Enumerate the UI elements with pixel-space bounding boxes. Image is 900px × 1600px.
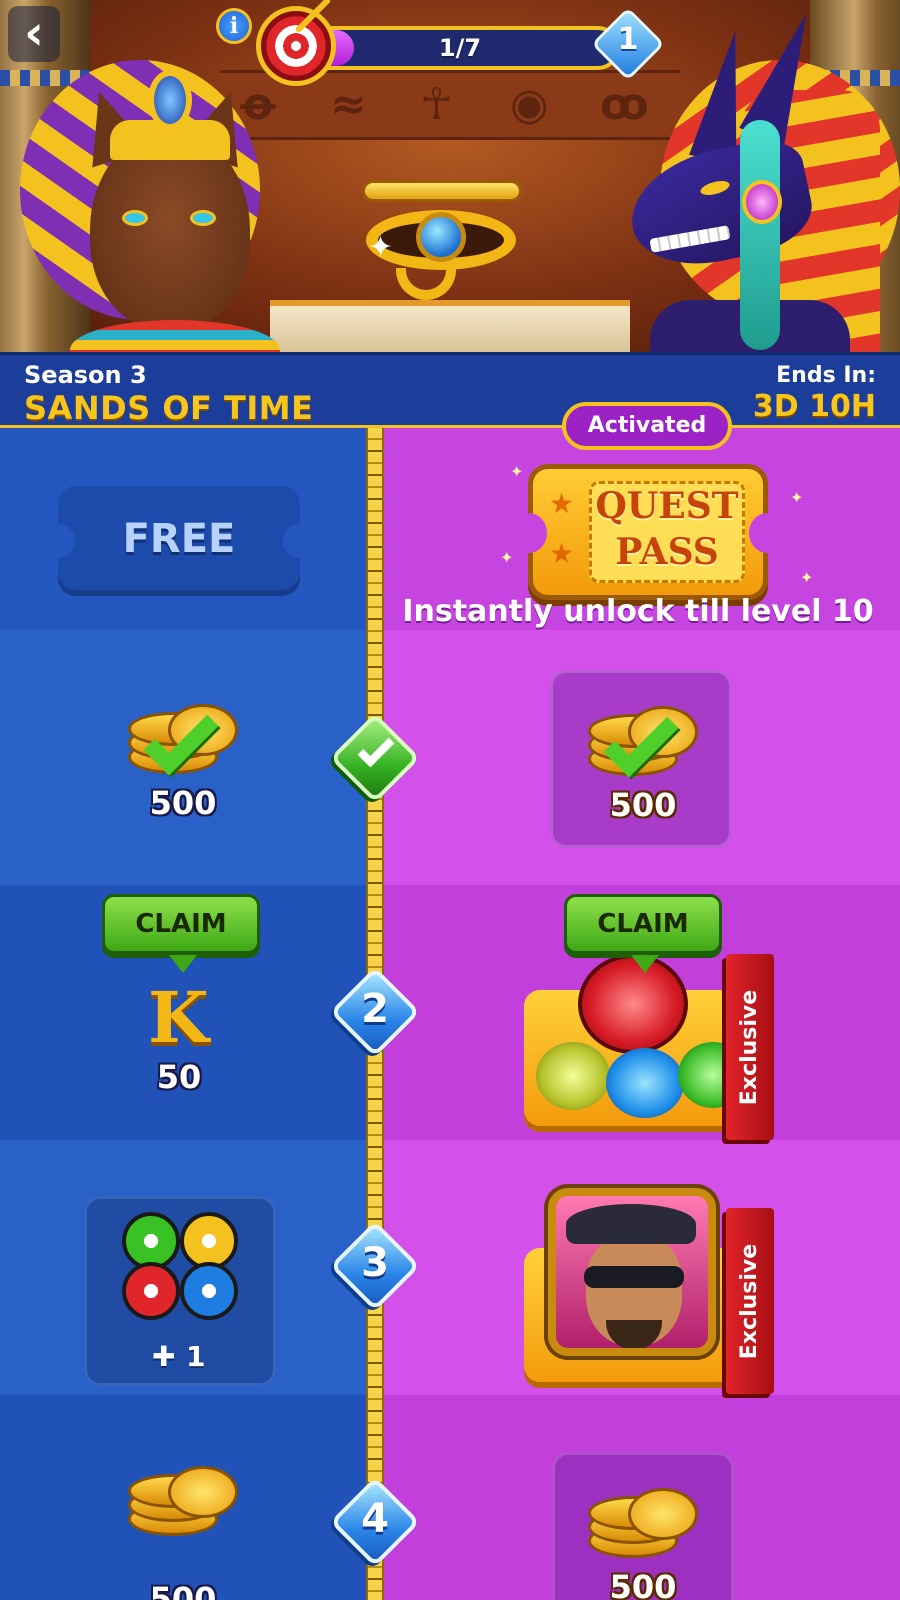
- ends-in-value: 3D 10H: [752, 389, 876, 424]
- quest-pass-caption: Instantly unlock till level 10: [402, 594, 874, 629]
- quest-pass-line2: PASS: [615, 531, 719, 573]
- sparkle-icon: ✦: [800, 568, 814, 587]
- blue-rose-icon: [606, 1048, 684, 1118]
- ends-in-label: Ends In:: [776, 363, 876, 388]
- level-number: 4: [361, 1496, 389, 1542]
- star-icon: ★: [549, 487, 575, 520]
- level-node-4: 4: [329, 1476, 421, 1568]
- quest-pass-line1: QUEST: [595, 485, 739, 527]
- star-icon: ★: [549, 537, 575, 570]
- puzzle-icon: ✚: [152, 1340, 176, 1373]
- reward-amount: 500: [149, 1580, 217, 1600]
- coins-icon: [588, 1484, 698, 1564]
- exclusive-ribbon: Exclusive: [726, 954, 774, 1140]
- reward-amount: 500: [609, 1568, 677, 1600]
- quest-progress-text: 1/7: [438, 34, 482, 62]
- exclusive-ribbon: Exclusive: [726, 1208, 774, 1394]
- sparkle-icon: ✦: [368, 230, 394, 265]
- pass-claim-button[interactable]: CLAIM: [564, 894, 722, 973]
- reward-amount: 500: [609, 786, 677, 824]
- quest-pass-ticket[interactable]: ★ ★ QUEST PASS: [511, 464, 785, 600]
- sparkle-icon: ✦: [500, 548, 514, 567]
- season-label: Season 3: [24, 361, 147, 389]
- hieroglyph-icon: ☥: [420, 79, 453, 130]
- season-name: SANDS OF TIME: [24, 389, 314, 427]
- coins-icon: [128, 1462, 238, 1542]
- level-node-2: 2: [329, 966, 421, 1058]
- sparkle-icon: ✦: [510, 462, 524, 481]
- exclusive-label: Exclusive: [737, 989, 763, 1105]
- blue-token-icon: [180, 1262, 238, 1320]
- hieroglyph-icon: ◉: [510, 79, 549, 130]
- gem-currency-icon: K: [148, 976, 209, 1059]
- quest-progress-bar: 1/7: [300, 26, 620, 70]
- level-node-1: [329, 712, 421, 804]
- free-track-label: FREE: [122, 516, 236, 562]
- reward-amount: 500: [149, 784, 217, 822]
- altar: [270, 300, 630, 352]
- level-number: 3: [361, 1240, 389, 1286]
- reward-track[interactable]: FREE Activated ✦ ✦ ✦ ✦ ★ ★ QUEST PASS In…: [0, 402, 900, 1600]
- current-level: 1: [617, 22, 639, 57]
- pass-status-badge: Activated: [562, 402, 732, 450]
- back-button[interactable]: ‹: [8, 6, 60, 62]
- bastet-character: [40, 70, 280, 352]
- red-token-icon: [122, 1262, 180, 1320]
- blue-gem-icon: [148, 70, 192, 130]
- bandit-avatar-icon: [548, 1188, 716, 1356]
- hieroglyph-icon: ≈: [330, 79, 367, 130]
- pink-jewel-icon: [742, 180, 782, 224]
- target-icon: [256, 6, 336, 86]
- level-node-3: 3: [329, 1220, 421, 1312]
- sparkle-icon: ✦: [790, 488, 804, 507]
- free-claim-button[interactable]: CLAIM: [102, 894, 260, 973]
- level-number: 2: [361, 986, 389, 1032]
- exclusive-label: Exclusive: [737, 1243, 763, 1359]
- reward-amount: 1: [186, 1340, 206, 1373]
- season-bar: Season 3 SANDS OF TIME Ends In: 3D 10H: [0, 352, 900, 428]
- reward-amount: 50: [156, 1058, 202, 1096]
- info-button[interactable]: i: [216, 8, 252, 44]
- free-track-ticket: FREE: [41, 486, 317, 596]
- yellow-rose-icon: [536, 1042, 610, 1110]
